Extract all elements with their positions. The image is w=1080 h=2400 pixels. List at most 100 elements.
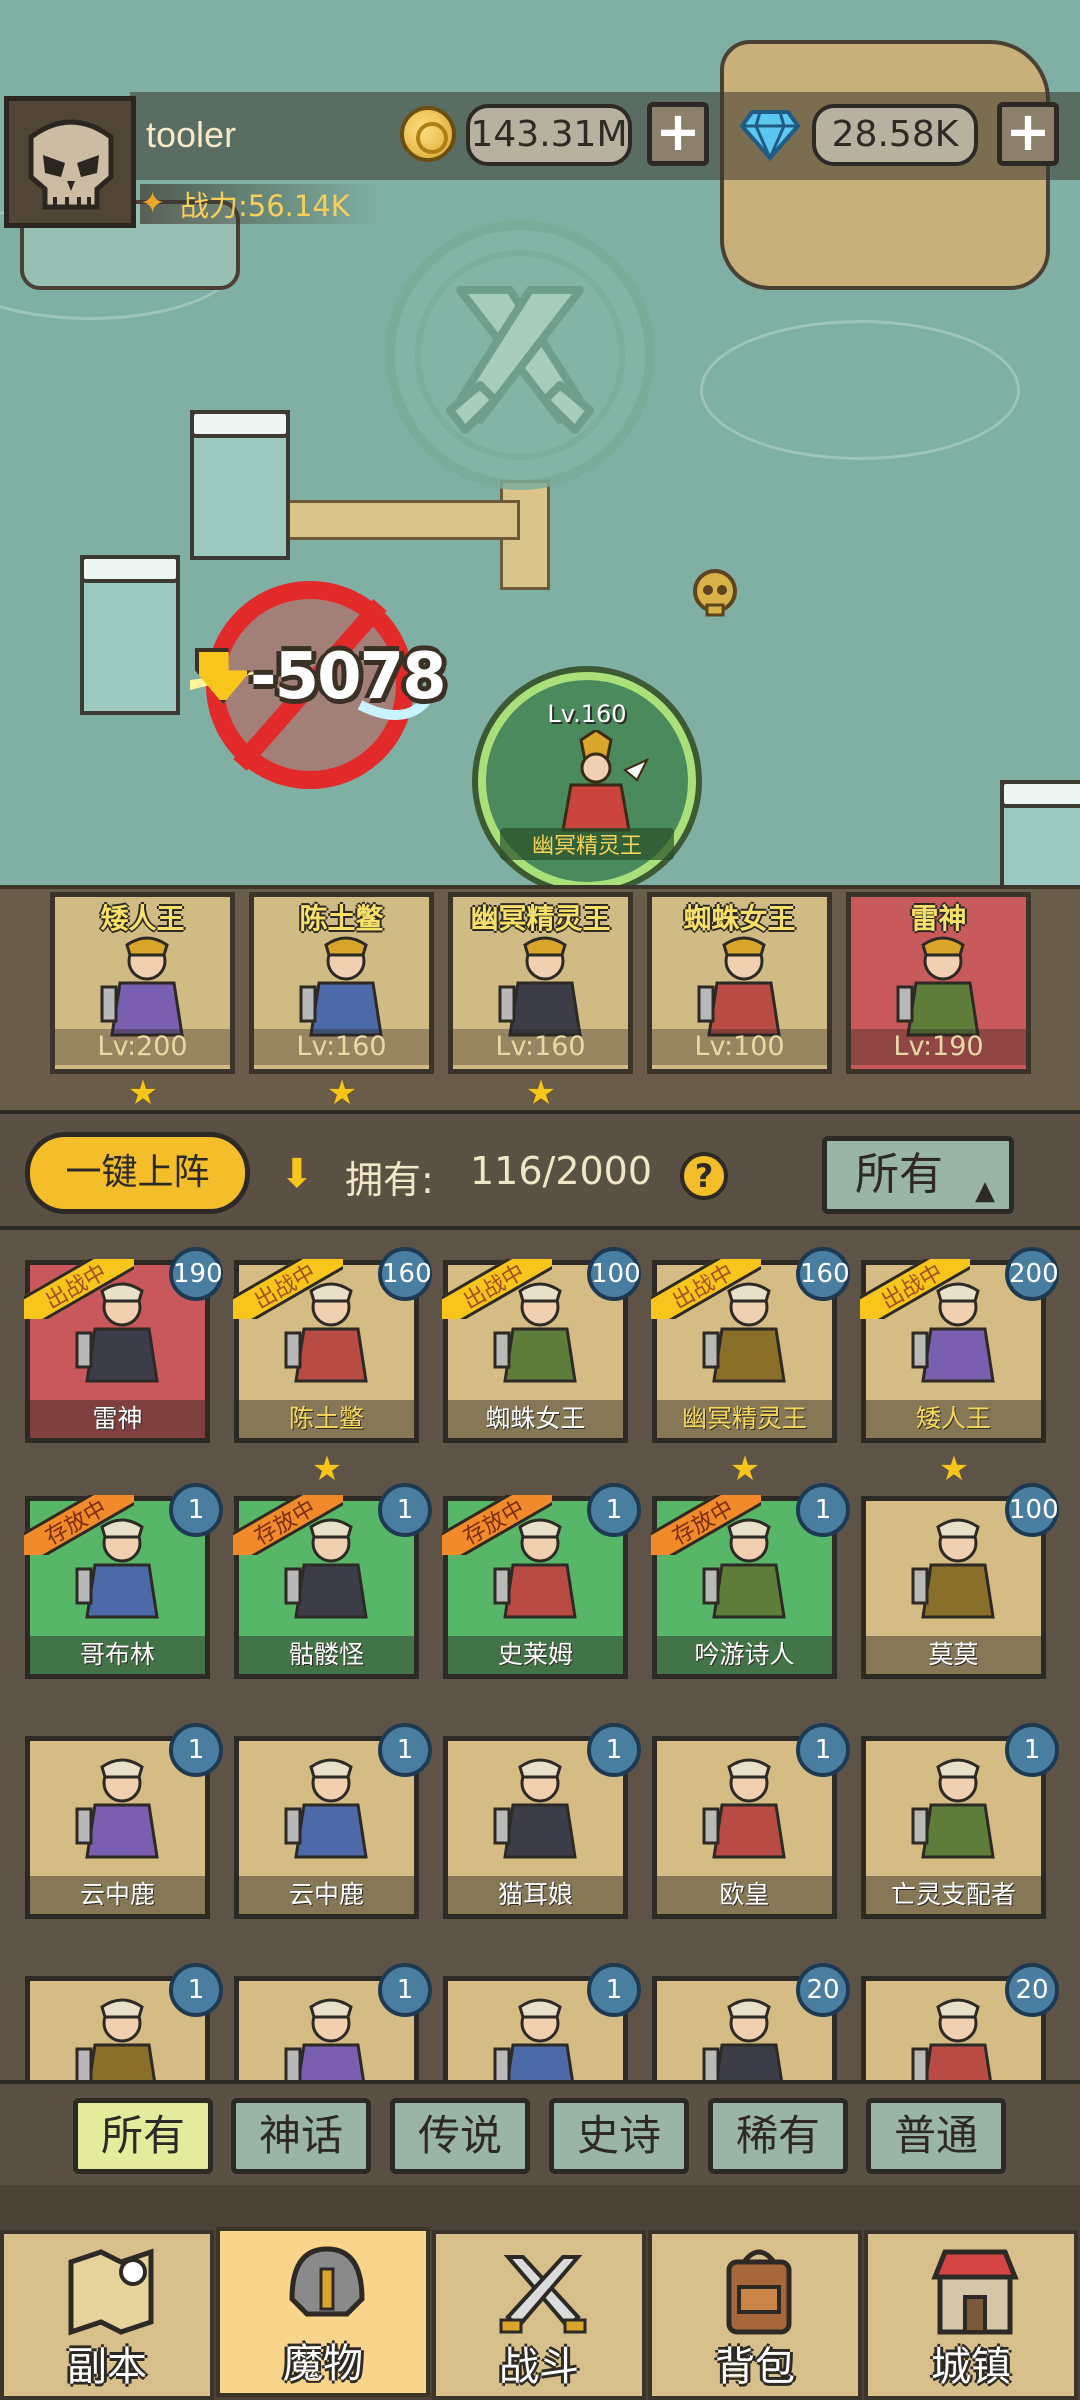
monster-card[interactable]: 100 莫莫 [861,1483,1059,1679]
monster-card[interactable]: 20 [861,1963,1059,2080]
monster-card[interactable]: 存放中 1 吟游诗人 [651,1483,850,1679]
character-portrait-icon [697,936,781,1037]
rarity-tab[interactable]: 稀有 [708,2098,848,2174]
monster-card[interactable]: 出战中 190 雷神 [24,1247,223,1443]
damage-number: -5078 [250,640,447,714]
monster-card[interactable]: 1 亡灵支配者 [861,1723,1059,1919]
monster-name: 幽冥精灵王 [657,1400,832,1438]
combat-power: ✦ 战力:56.14K [140,184,380,224]
team-slot[interactable]: 蜘蛛女王 Lv:100 [647,892,832,1074]
nav-tab-5[interactable]: 城镇 [864,2230,1078,2400]
monster-card[interactable]: 1 [25,1963,223,2080]
gold-amount: 143.31M [466,104,632,166]
status-tag: 出战中 [24,1259,134,1319]
crossed-swords-icon [499,2255,587,2334]
team-slot-name: 雷神 [910,902,967,935]
monster-card[interactable]: 1 云中鹿 [234,1723,432,1919]
character-portrait-icon [493,1998,574,2080]
monster-name: 蜘蛛女王 [448,1400,623,1438]
monster-card[interactable]: 存放中 1 骷髅怪 [233,1483,432,1679]
monster-card[interactable]: 20 [652,1963,850,2080]
gold-coin-icon [400,106,456,162]
level-badge: 1 [169,1963,223,2017]
monster-card[interactable]: 1 [234,1963,432,2080]
enemy-unit[interactable]: Lv.160 幽冥精灵王 [478,672,696,890]
status-tag: 存放中 [233,1495,343,1555]
level-badge: 1 [1005,1723,1059,1777]
team-slot-name: 陈土鳖 [299,902,384,935]
monster-name: 矮人王 [866,1400,1041,1438]
rarity-tab[interactable]: 所有 [73,2098,213,2174]
monster-card[interactable]: 存放中 1 史莱姆 [442,1483,641,1679]
monster-name: 亡灵支配者 [866,1876,1041,1914]
monster-card[interactable]: 出战中 200 矮人王 [860,1247,1059,1443]
player-avatar[interactable] [4,96,136,228]
team-slot[interactable]: 矮人王 Lv:200 [50,892,235,1074]
monster-name: 吟游诗人 [657,1636,832,1674]
status-tag: 出战中 [442,1259,552,1319]
character-portrait-icon [702,1758,786,1859]
rarity-tab[interactable]: 神话 [231,2098,371,2174]
team-slot[interactable]: 雷神 Lv:190 [846,892,1031,1074]
level-badge: 100 [1005,1483,1059,1537]
monster-card[interactable]: 1 猫耳娘 [443,1723,641,1919]
character-portrait-icon [75,1998,156,2080]
level-badge: 20 [796,1963,850,2017]
sort-down-arrow-icon[interactable]: ⬇ [280,1154,324,1194]
character-portrait-icon [911,1518,995,1619]
owned-label: 拥有: [345,1158,434,1202]
nav-tab-4[interactable]: 背包 [648,2230,862,2400]
team-slot[interactable]: 幽冥精灵王 Lv:160 [448,892,633,1074]
team-slot-name: 蜘蛛女王 [683,902,796,935]
crossed-swords-icon [446,286,594,434]
monster-card[interactable]: 出战中 160 幽冥精灵王 [651,1247,850,1443]
monster-name: 哥布林 [30,1636,205,1674]
owned-count: 116/2000 [470,1149,653,1193]
character-portrait-icon [896,936,980,1037]
monster-card[interactable]: 出战中 100 蜘蛛女王 [442,1247,641,1443]
star-icon: ★ [729,1449,761,1489]
character-portrait-icon [498,936,582,1037]
map-icon [68,2248,154,2336]
nav-tab-3[interactable]: 战斗 [432,2230,646,2400]
nav-label: 魔物 [283,2341,363,2387]
rarity-tab[interactable]: 传说 [390,2098,530,2174]
monster-name: 猫耳娘 [448,1876,623,1914]
auto-deploy-button[interactable]: 一键上阵 [25,1132,250,1214]
map-path [280,500,520,540]
monster-card[interactable]: 1 云中鹿 [25,1723,223,1919]
filter-dropdown-label: 所有 [855,1149,943,1200]
nav-tab-2[interactable]: 魔物 [216,2227,430,2397]
character-portrait-icon [284,1998,365,2080]
monster-card[interactable]: 出战中 160 陈土鳖 [233,1247,432,1443]
character-portrait-icon [284,1758,368,1859]
bottom-navigation: 副本 魔物 战斗 背包 城镇 [0,2185,1080,2400]
monster-card[interactable]: 1 [443,1963,641,2080]
monster-name: 史莱姆 [448,1636,623,1674]
filter-dropdown[interactable]: 所有 ▲ [822,1136,1014,1214]
skull-marker-icon[interactable] [685,565,745,625]
team-slot-level: Lv:160 [254,1029,429,1065]
battle-node-emblem[interactable] [385,220,655,490]
add-gems-button[interactable]: + [997,102,1059,166]
level-badge: 20 [1005,1963,1059,2017]
nav-tab-1[interactable]: 副本 [0,2230,214,2400]
star-icon: ★ [525,1073,557,1113]
star-icon: ★ [127,1073,159,1113]
add-gold-button[interactable]: + [647,102,709,166]
monster-card[interactable]: 存放中 1 哥布林 [24,1483,223,1679]
nav-label: 城镇 [931,2344,1011,2390]
star-icon: ★ [938,1449,970,1489]
ice-pillar [80,555,180,715]
help-button[interactable]: ? [680,1152,728,1200]
monster-card[interactable]: 1 欧皇 [652,1723,850,1919]
rarity-filter-tabs: 所有 神话 传说 史诗 稀有 普通 [0,2080,1080,2185]
level-badge: 1 [587,1483,641,1537]
status-tag: 存放中 [651,1495,761,1555]
caret-up-icon: ▲ [975,1176,995,1206]
ice-pillar [1000,780,1080,890]
team-slot-name: 矮人王 [100,902,185,935]
team-slot[interactable]: 陈土鳖 Lv:160 [249,892,434,1074]
rarity-tab[interactable]: 普通 [866,2098,1006,2174]
rarity-tab[interactable]: 史诗 [549,2098,689,2174]
